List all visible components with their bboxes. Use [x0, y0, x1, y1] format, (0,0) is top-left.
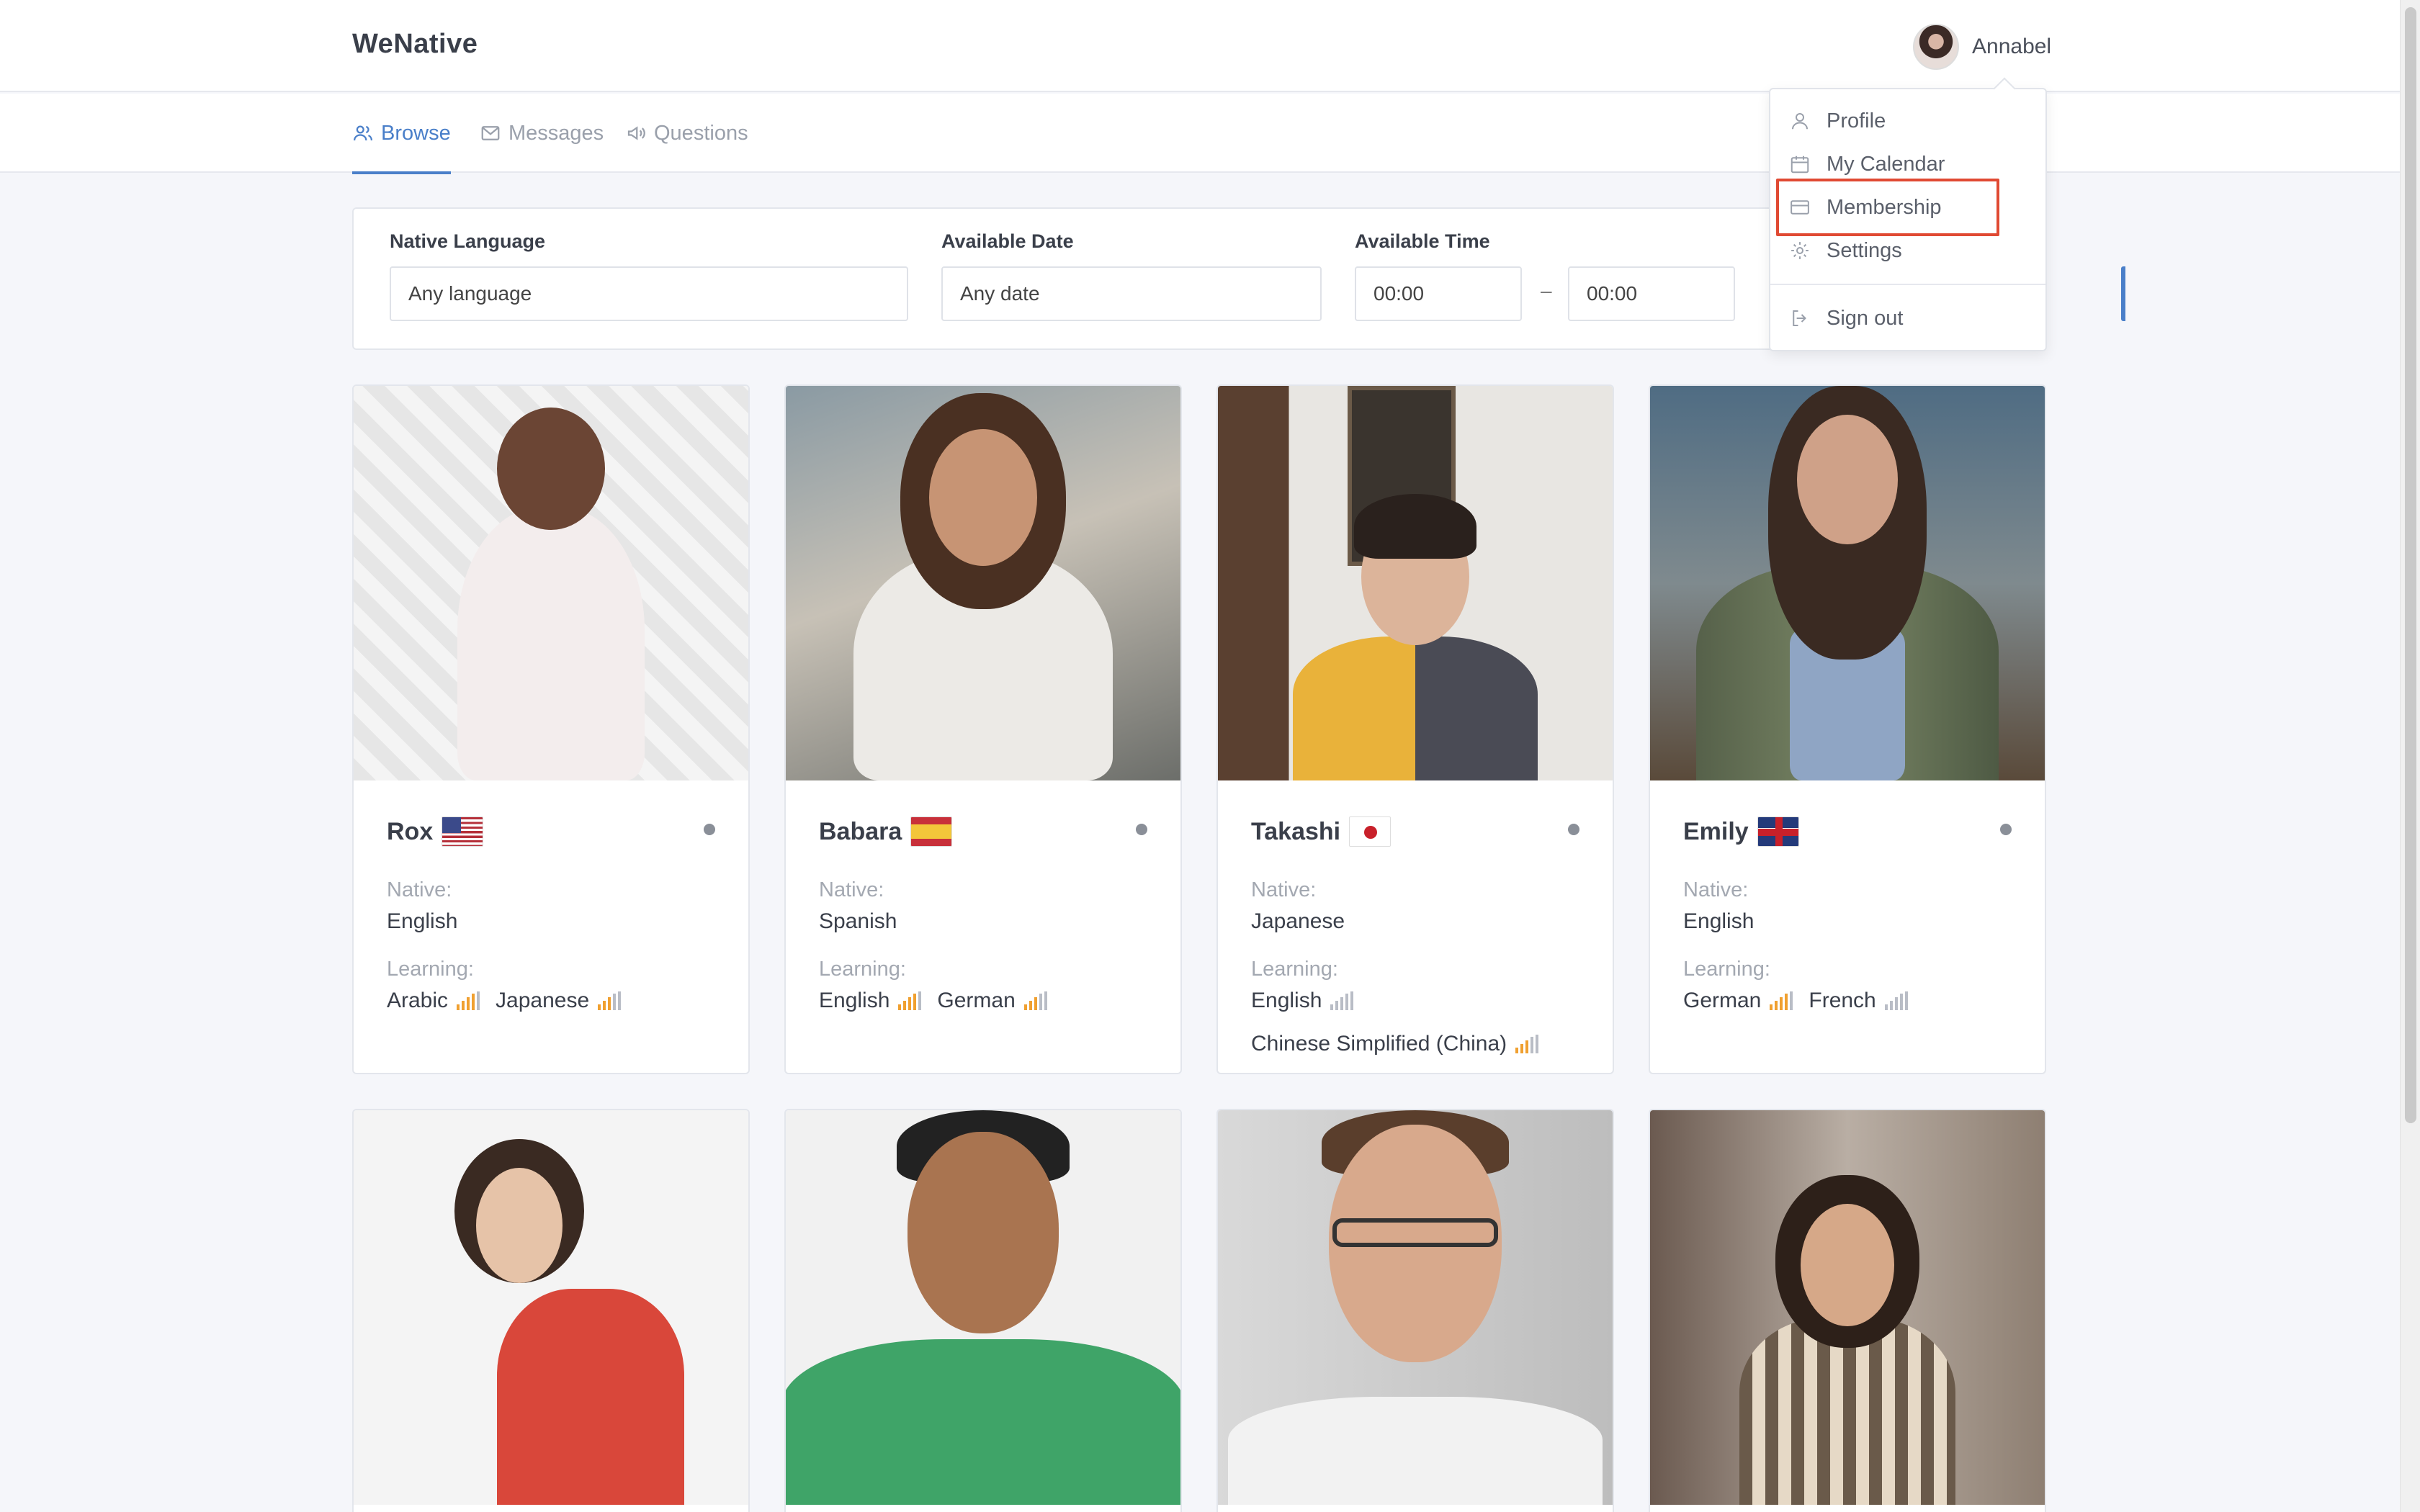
menu-item-profile[interactable]: Profile: [1789, 101, 1886, 141]
member-name: Takashi: [1251, 817, 1341, 845]
profile-card[interactable]: Babara Native: Spanish Learning: English…: [784, 384, 1182, 1074]
vertical-scrollbar[interactable]: [2400, 0, 2420, 1512]
learning-language: English: [819, 989, 890, 1012]
native-language: English: [1683, 909, 1754, 933]
scrollbar-thumb[interactable]: [2405, 7, 2416, 1123]
avatar[interactable]: [1913, 24, 1959, 70]
profile-photo: [786, 386, 1180, 780]
mail-icon: [481, 126, 500, 140]
us-flag-icon: [442, 816, 484, 847]
profile-card[interactable]: [1649, 1109, 2046, 1512]
jp-flag-icon: [1349, 816, 1392, 847]
calendar-icon: [1791, 156, 1809, 174]
native-label: Native:: [1683, 878, 1749, 901]
menu-divider: [1770, 284, 2045, 285]
time-to-input[interactable]: 00:00: [1568, 266, 1735, 321]
menu-item-label: Settings: [1827, 238, 1902, 262]
native-label: Native:: [387, 878, 452, 901]
menu-item-label: Membership: [1827, 195, 1942, 219]
learning-language: Japanese: [496, 989, 590, 1012]
level-bars-icon: [1770, 991, 1793, 1010]
user-icon: [1792, 113, 1808, 130]
learning-label: Learning:: [1683, 958, 1770, 981]
user-menu-toggle[interactable]: Annabel: [1913, 23, 2051, 71]
menu-item-label: Sign out: [1827, 306, 1904, 330]
profile-photo: [354, 386, 748, 780]
level-bars-icon: [1023, 991, 1047, 1010]
megaphone-icon: [627, 126, 645, 140]
profile-card[interactable]: Emily Native: English Learning: German F…: [1649, 384, 2046, 1074]
profile-photo: [1650, 1110, 2045, 1505]
online-status-dot: [1136, 824, 1147, 835]
user-dropdown-menu: Profile My Calendar Membership Settings …: [1769, 88, 2047, 351]
native-language-label: Native Language: [390, 230, 546, 252]
native-language-select[interactable]: Any language: [390, 266, 908, 321]
member-name: Emily: [1683, 817, 1749, 845]
level-bars-icon: [598, 991, 622, 1010]
top-bar: WeNative Annabel: [0, 0, 2400, 92]
learning-language: German: [1683, 989, 1762, 1012]
profile-card[interactable]: Rox Native: English Learning: Arabic Jap…: [352, 384, 750, 1074]
menu-item-label: My Calendar: [1827, 152, 1945, 176]
learning-label: Learning:: [387, 958, 474, 981]
learning-label: Learning:: [1251, 958, 1338, 981]
users-icon: [354, 125, 372, 141]
native-label: Native:: [1251, 878, 1317, 901]
available-time-label: Available Time: [1355, 230, 1490, 252]
tab-label: Messages: [508, 121, 604, 145]
profile-card[interactable]: Takashi Native: Japanese Learning: Engli…: [1216, 384, 1614, 1074]
profile-photo: [1650, 386, 2045, 780]
tab-messages[interactable]: Messages: [480, 94, 604, 173]
time-from-input[interactable]: 00:00: [1355, 266, 1522, 321]
available-date-label: Available Date: [941, 230, 1074, 252]
tab-label: Questions: [654, 121, 748, 145]
tab-questions[interactable]: Questions: [625, 94, 748, 173]
menu-item-sign-out[interactable]: Sign out: [1789, 298, 1903, 338]
profile-photo: [354, 1110, 748, 1505]
member-name: Babara: [819, 817, 902, 845]
gear-icon: [1791, 242, 1809, 259]
online-status-dot: [1568, 824, 1579, 835]
profile-photo: [1218, 386, 1613, 780]
profile-card[interactable]: [1216, 1109, 1614, 1512]
learning-language: German: [937, 989, 1016, 1012]
online-status-dot: [2000, 824, 2012, 835]
profile-photo: [1218, 1110, 1613, 1505]
learning-language: Chinese Simplified (China): [1251, 1032, 1507, 1056]
available-date-picker[interactable]: Any date: [941, 266, 1322, 321]
native-language: Spanish: [819, 909, 897, 933]
menu-item-label: Profile: [1827, 109, 1886, 132]
tab-label: Browse: [381, 121, 451, 145]
profile-card[interactable]: [352, 1109, 750, 1512]
credit-card-icon: [1791, 200, 1809, 215]
member-name: Rox: [387, 817, 434, 845]
profile-card[interactable]: [784, 1109, 1182, 1512]
gb-flag-icon: [1757, 816, 1799, 847]
brand-logo[interactable]: WeNative: [352, 29, 478, 60]
menu-item-my-calendar[interactable]: My Calendar: [1789, 144, 1945, 184]
menu-item-membership[interactable]: Membership: [1789, 187, 1942, 228]
native-label: Native:: [819, 878, 884, 901]
learning-label: Learning:: [819, 958, 906, 981]
time-range-separator: –: [1541, 279, 1552, 302]
search-button[interactable]: [2121, 266, 2125, 321]
profile-photo: [786, 1110, 1180, 1505]
learning-language: English: [1251, 989, 1322, 1012]
learning-language: French: [1809, 989, 1876, 1012]
sign-out-icon: [1793, 310, 1806, 326]
tab-browse[interactable]: Browse: [352, 94, 451, 174]
es-flag-icon: [910, 816, 953, 847]
learning-language: Arabic: [387, 989, 449, 1012]
online-status-dot: [704, 824, 715, 835]
level-bars-icon: [898, 991, 922, 1010]
level-bars-icon: [1330, 991, 1354, 1010]
native-language: Japanese: [1251, 909, 1345, 933]
level-bars-icon: [1515, 1035, 1539, 1053]
menu-item-settings[interactable]: Settings: [1789, 230, 1902, 271]
level-bars-icon: [457, 991, 480, 1010]
native-language: English: [387, 909, 458, 933]
level-bars-icon: [1884, 991, 1908, 1010]
user-name[interactable]: Annabel: [1972, 35, 2051, 59]
